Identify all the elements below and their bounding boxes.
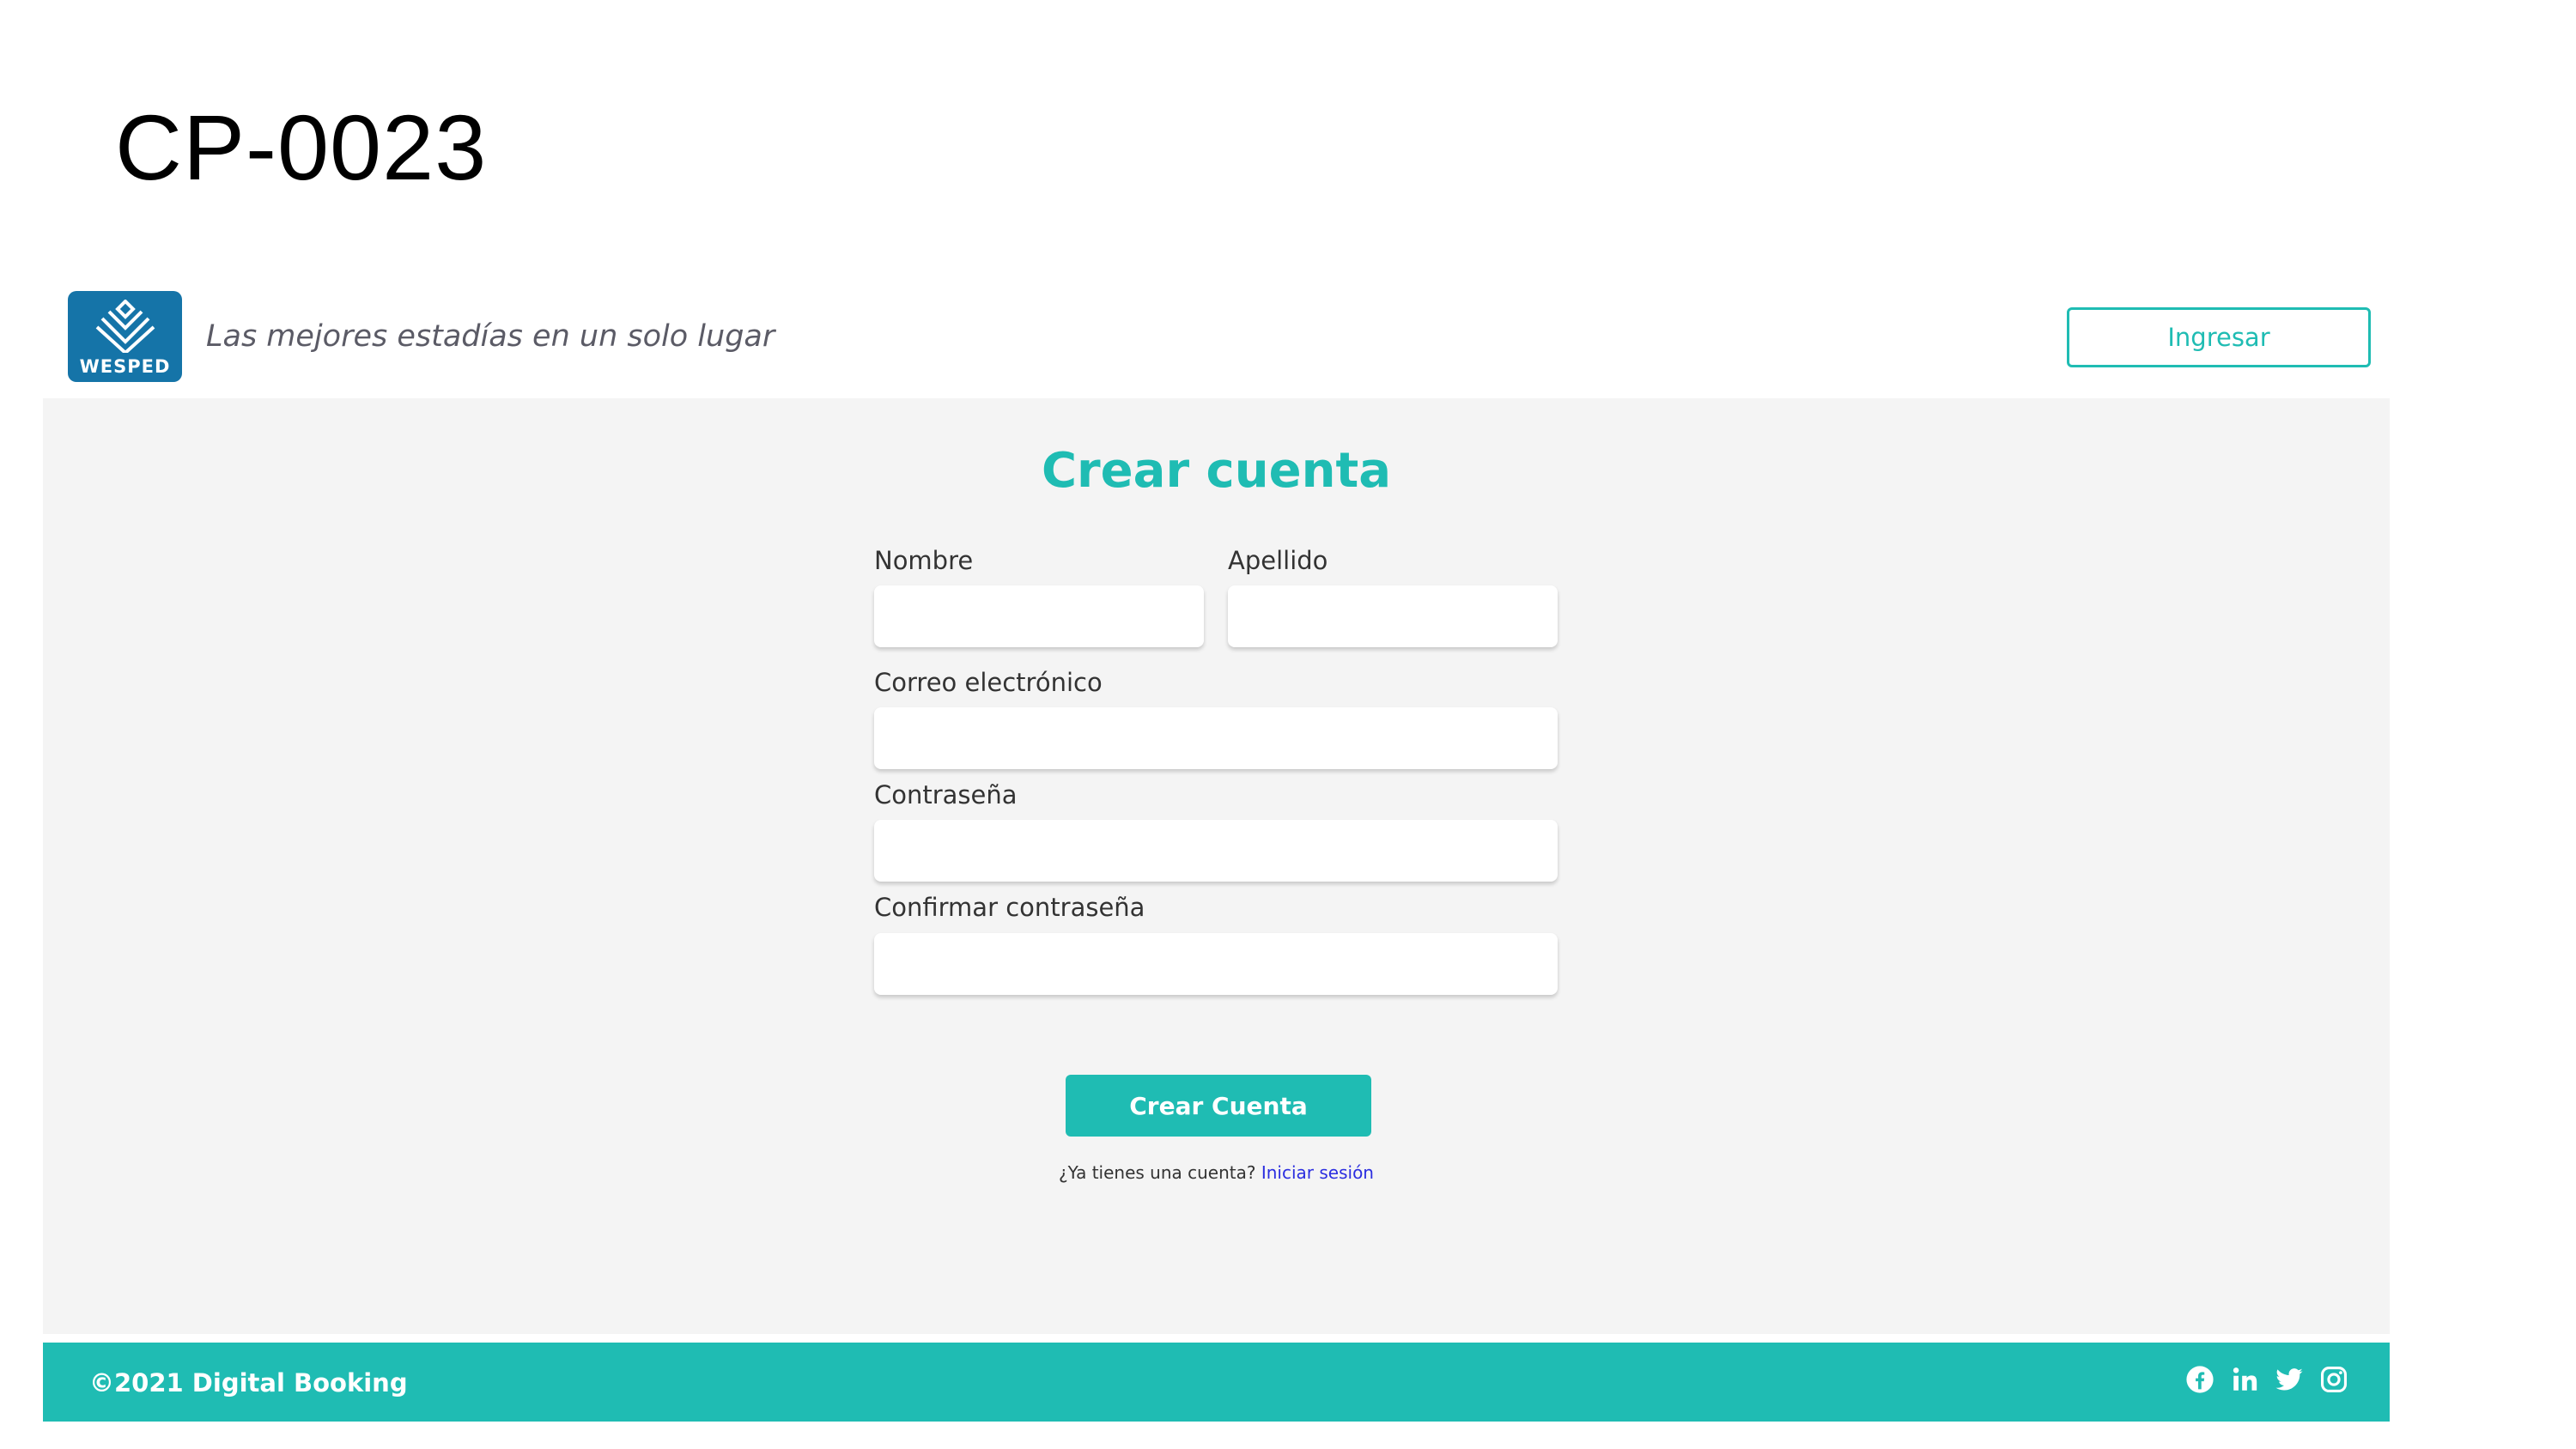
login-prompt-text: ¿Ya tienes una cuenta? — [1059, 1162, 1256, 1183]
confirm-password-label: Confirmar contraseña — [874, 893, 1145, 922]
footer: ©2021 Digital Booking — [43, 1343, 2390, 1422]
facebook-icon[interactable] — [2185, 1365, 2215, 1394]
logo[interactable]: WESPED — [68, 291, 182, 382]
password-input[interactable] — [874, 820, 1558, 882]
first-name-label: Nombre — [874, 546, 974, 575]
twitter-icon[interactable] — [2275, 1365, 2304, 1394]
login-button[interactable]: Ingresar — [2067, 307, 2371, 367]
header: WESPED Las mejores estadías en un solo l… — [43, 276, 2390, 398]
create-account-button[interactable]: Crear Cuenta — [1066, 1075, 1371, 1137]
slide-title: CP-0023 — [115, 95, 488, 199]
email-label: Correo electrónico — [874, 668, 1103, 697]
tagline: Las mejores estadías en un solo lugar — [206, 319, 775, 354]
logo-mark-icon — [95, 300, 155, 353]
logo-text: WESPED — [79, 356, 171, 377]
email-input[interactable] — [874, 707, 1558, 769]
password-label: Contraseña — [874, 780, 1018, 809]
last-name-label: Apellido — [1228, 546, 1328, 575]
linkedin-icon[interactable] — [2230, 1365, 2259, 1394]
social-links — [2185, 1365, 2348, 1394]
login-link[interactable]: Iniciar sesión — [1261, 1162, 1374, 1183]
copyright-text: ©2021 Digital Booking — [89, 1368, 408, 1397]
confirm-password-input[interactable] — [874, 933, 1558, 995]
first-name-input[interactable] — [874, 585, 1204, 647]
form-title: Crear cuenta — [1041, 443, 1392, 499]
last-name-input[interactable] — [1228, 585, 1558, 647]
instagram-icon[interactable] — [2319, 1365, 2348, 1394]
app-window: WESPED Las mejores estadías en un solo l… — [43, 276, 2390, 1422]
login-hint: ¿Ya tienes una cuenta? Iniciar sesión — [43, 1162, 2390, 1183]
register-section: Crear cuenta Nombre Apellido Correo elec… — [43, 398, 2390, 1334]
